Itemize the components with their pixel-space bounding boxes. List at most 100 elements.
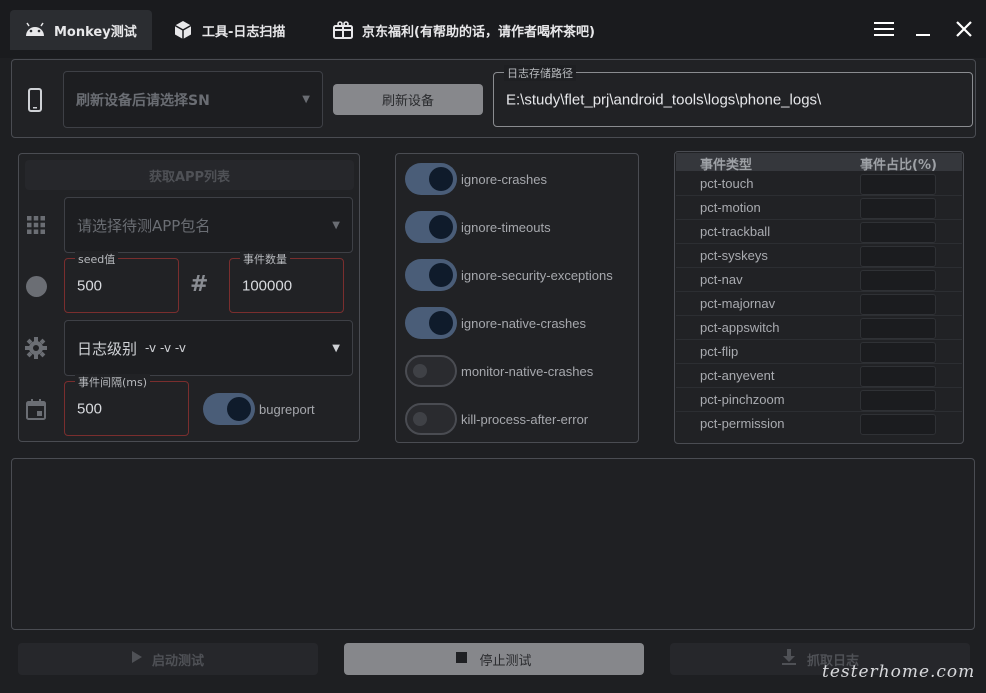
seed-label: seed值 [75, 251, 119, 267]
refresh-device-button[interactable]: 刷新设备 [333, 84, 483, 115]
tab-monkey-test[interactable]: Monkey测试 [10, 10, 152, 50]
hash-icon: # [190, 272, 209, 297]
ratio-input[interactable] [860, 294, 936, 315]
app-package-placeholder: 请选择待测APP包名 [77, 216, 211, 235]
play-icon [131, 651, 142, 667]
log-path-value: E:\study\flet_prj\android_tools\logs\pho… [506, 91, 822, 108]
chevron-down-icon: ▼ [302, 94, 310, 105]
cube-icon [172, 19, 194, 41]
log-level-select[interactable]: 日志级别 -v -v -v ▼ [64, 320, 353, 376]
monitor-native-crashes-toggle[interactable] [405, 355, 457, 387]
options-panel [395, 153, 639, 443]
kill-process-after-error-label: kill-process-after-error [461, 412, 589, 427]
stop-test-button[interactable]: 停止测试 [344, 643, 644, 675]
start-test-button[interactable]: 启动测试 [18, 643, 318, 675]
col-event-ratio: 事件占比(%) [860, 158, 937, 173]
event-name: pct-trackball [700, 224, 771, 239]
event-name: pct-nav [700, 272, 743, 287]
ignore-security-exceptions-label: ignore-security-exceptions [461, 268, 613, 283]
ratio-input[interactable] [860, 318, 936, 339]
event-name: pct-flip [700, 344, 739, 359]
ignore-native-crashes-toggle[interactable] [405, 307, 457, 339]
col-event-type: 事件类型 [700, 158, 753, 173]
menu-icon[interactable] [869, 14, 899, 44]
circle-icon [26, 276, 47, 297]
log-level-label: 日志级别 [77, 339, 138, 358]
interval-label: 事件间隔(ms) [75, 374, 151, 390]
ratio-input[interactable] [860, 342, 936, 363]
chevron-down-icon: ▼ [332, 219, 340, 231]
stop-icon [456, 651, 468, 667]
event-name: pct-touch [700, 176, 754, 191]
table-row: pct-flip [676, 340, 962, 364]
log-path-label: 日志存储路径 [504, 65, 576, 81]
app-package-select[interactable]: 请选择待测APP包名 ▼ [64, 197, 353, 253]
minimize-icon[interactable] [909, 14, 939, 44]
log-level-value: -v -v -v [145, 341, 186, 355]
chevron-down-icon: ▼ [332, 342, 340, 354]
tab-log-scan[interactable]: 工具-日志扫描 [158, 10, 308, 50]
event-table-header: 事件类型 事件占比(%) [676, 153, 962, 173]
stop-test-label: 停止测试 [479, 653, 532, 669]
table-row: pct-syskeys [676, 244, 962, 268]
phone-icon [24, 88, 46, 116]
ratio-input[interactable] [860, 198, 936, 219]
log-output-area[interactable] [11, 458, 975, 630]
ratio-input[interactable] [860, 174, 936, 195]
gift-icon [332, 19, 354, 41]
event-count-field[interactable]: 事件数量 100000 [229, 251, 344, 313]
log-path-field[interactable]: 日志存储路径 E:\study\flet_prj\android_tools\l… [493, 65, 973, 127]
event-name: pct-majornav [700, 296, 776, 311]
seed-value: 500 [77, 277, 103, 294]
start-test-label: 启动测试 [151, 653, 204, 669]
ignore-native-crashes-label: ignore-native-crashes [461, 316, 587, 331]
interval-value: 500 [77, 400, 103, 417]
download-icon [781, 649, 797, 669]
table-row: pct-permission [676, 412, 962, 436]
ignore-timeouts-toggle[interactable] [405, 211, 457, 243]
ignore-timeouts-label: ignore-timeouts [461, 220, 551, 235]
ratio-input[interactable] [860, 222, 936, 243]
event-count-value: 100000 [242, 277, 293, 294]
ratio-input[interactable] [860, 246, 936, 267]
event-name: pct-pinchzoom [700, 392, 785, 407]
android-icon [24, 19, 46, 41]
event-name: pct-anyevent [700, 368, 775, 383]
ratio-input[interactable] [860, 366, 936, 387]
device-sn-select[interactable]: 刷新设备后请选择SN ▼ [63, 71, 323, 128]
grid-icon [26, 215, 46, 239]
table-row: pct-majornav [676, 292, 962, 316]
interval-field[interactable]: 事件间隔(ms) 500 [64, 374, 189, 436]
ignore-security-exceptions-toggle[interactable] [405, 259, 457, 291]
tab-label: Monkey测试 [54, 24, 137, 40]
ratio-input[interactable] [860, 390, 936, 411]
ratio-input[interactable] [860, 414, 936, 435]
get-app-list-label: 获取APP列表 [148, 169, 231, 185]
event-name: pct-appswitch [700, 320, 780, 335]
watermark-text: testerhome.com [822, 662, 976, 682]
refresh-device-label: 刷新设备 [381, 94, 434, 109]
ratio-input[interactable] [860, 270, 936, 291]
tab-label: 京东福利(有帮助的话，请作者喝杯茶吧) [362, 24, 595, 40]
table-row: pct-motion [676, 196, 962, 220]
seed-field[interactable]: seed值 500 [64, 251, 179, 313]
get-app-list-button[interactable]: 获取APP列表 [25, 160, 354, 190]
bugreport-label: bugreport [259, 402, 315, 417]
monitor-native-crashes-label: monitor-native-crashes [461, 364, 594, 379]
tab-jd-welfare[interactable]: 京东福利(有帮助的话，请作者喝杯茶吧) [318, 10, 632, 50]
table-row: pct-nav [676, 268, 962, 292]
kill-process-after-error-toggle[interactable] [405, 403, 457, 435]
event-name: pct-motion [700, 200, 761, 215]
ignore-crashes-label: ignore-crashes [461, 172, 547, 187]
device-sn-placeholder: 刷新设备后请选择SN [76, 92, 210, 109]
close-icon[interactable] [949, 14, 979, 44]
table-row: pct-touch [676, 172, 962, 196]
table-row: pct-appswitch [676, 316, 962, 340]
table-row: pct-trackball [676, 220, 962, 244]
event-count-label: 事件数量 [240, 251, 290, 267]
ignore-crashes-toggle[interactable] [405, 163, 457, 195]
tab-label: 工具-日志扫描 [202, 24, 286, 40]
calendar-icon [26, 399, 46, 424]
table-row: pct-anyevent [676, 364, 962, 388]
bugreport-toggle[interactable] [203, 393, 255, 425]
